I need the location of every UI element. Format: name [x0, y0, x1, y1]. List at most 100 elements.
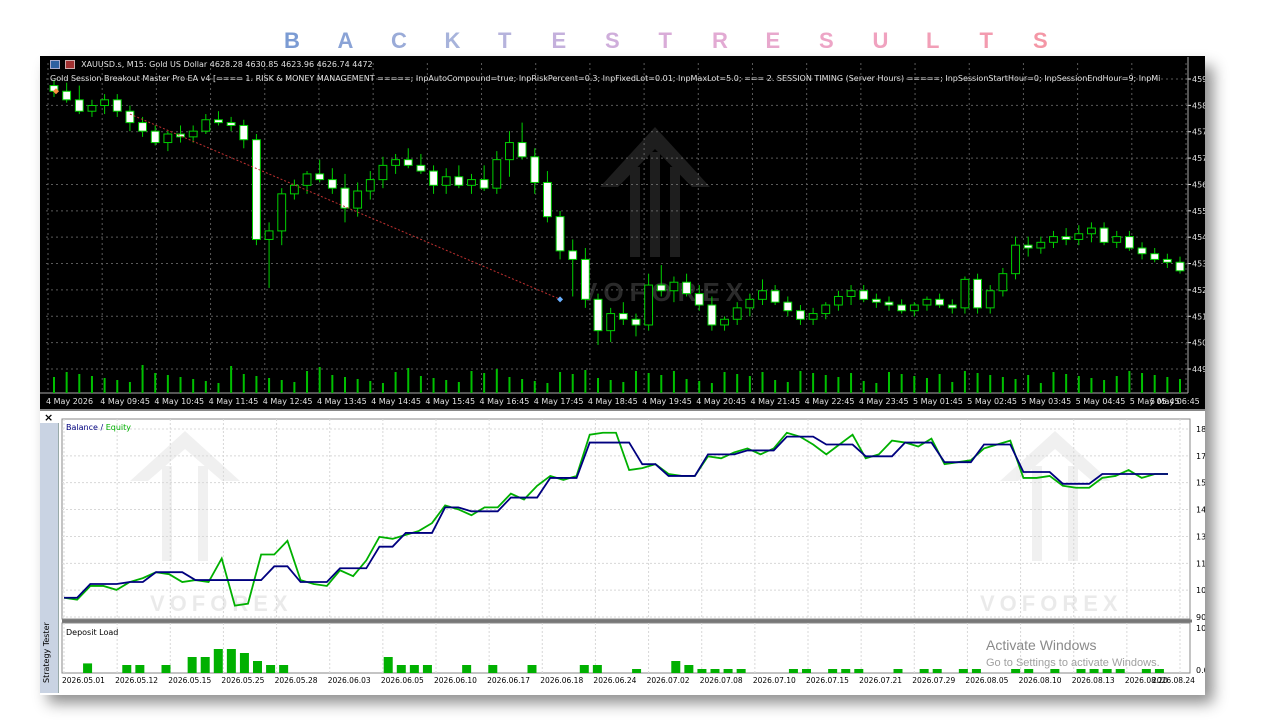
price-x-tick-label: 4 May 11:45	[209, 397, 259, 406]
deposit-load-bar	[187, 657, 197, 673]
price-x-tick-label: 5 May 02:45	[967, 397, 1017, 406]
candle-body	[682, 281, 692, 295]
price-x-tick-label: 4 May 23:45	[859, 397, 909, 406]
candle-body	[960, 278, 970, 309]
deposit-load-bar	[723, 669, 733, 673]
candle-body	[694, 293, 704, 306]
candle-body	[1061, 236, 1071, 240]
candle-body	[479, 179, 489, 189]
price-x-tick-label: 4 May 14:45	[371, 397, 421, 406]
deposit-load-bar	[1141, 669, 1151, 673]
price-x-tick-label: 4 May 16:45	[480, 397, 530, 406]
heading-letter: E	[765, 28, 781, 53]
candle-body	[454, 176, 464, 186]
deposit-load-bar	[1024, 669, 1034, 673]
candle-body	[897, 304, 907, 312]
deposit-load-bar	[422, 665, 432, 673]
heading-letter: S	[1033, 28, 1048, 53]
candle-body	[732, 307, 742, 320]
heading-letter: S	[605, 28, 620, 53]
candle-body	[441, 176, 451, 186]
balance-x-tick-label: 2026.07.10	[753, 676, 796, 685]
legend-balance: Balance	[66, 423, 98, 432]
candle-body	[492, 159, 502, 189]
balance-y-tick-label: 1586	[1196, 479, 1205, 488]
activate-windows-title: Activate Windows	[986, 637, 1097, 653]
candle-body	[378, 164, 388, 181]
deposit-load-bar	[932, 669, 942, 673]
candle-body	[783, 301, 793, 312]
price-x-tick-label: 4 May 22:45	[805, 397, 855, 406]
heading-letter: R	[712, 28, 728, 53]
price-x-tick-label: 4 May 18:45	[588, 397, 638, 406]
deposit-load-bar	[161, 665, 171, 673]
close-icon[interactable]: ×	[44, 411, 53, 424]
candle-body	[416, 164, 426, 172]
candle-body	[542, 181, 552, 218]
deposit-load-bar	[279, 665, 289, 673]
balance-x-tick-label: 2026.07.21	[859, 676, 902, 685]
candle-body	[1175, 261, 1185, 272]
price-x-tick-label: 4 May 12:45	[263, 397, 313, 406]
candle-body	[365, 179, 375, 192]
price-y-tick-label: 4533.55	[1192, 260, 1205, 269]
price-x-tick-label: 5 May 04:45	[1076, 397, 1126, 406]
deposit-load-bar	[213, 649, 223, 673]
candle-body	[707, 304, 717, 326]
deposit-load-bar	[1050, 669, 1060, 673]
candle-body	[74, 99, 84, 112]
candle-body	[62, 90, 72, 101]
candle-body	[821, 304, 831, 315]
legend-equity: Equity	[105, 423, 131, 432]
deposit-load-bar	[671, 661, 681, 673]
candle-body	[340, 187, 350, 209]
candle-body	[138, 122, 147, 132]
candle-body	[252, 139, 261, 240]
deposit-load-bar	[122, 665, 132, 673]
deposit-load-bar	[266, 665, 276, 673]
candle-body	[391, 159, 401, 166]
logo-pillar-right	[670, 167, 680, 257]
balance-x-tick-label: 2026.05.01	[62, 676, 105, 685]
price-chart-panel[interactable]: 4598.30 4589.05 4579.80 4570.55 4561.30 4552.…	[40, 57, 1205, 409]
price-x-tick-label: 4 May 17:45	[534, 397, 584, 406]
candle-body	[163, 133, 173, 144]
candle-body	[833, 295, 843, 306]
price-y-tick-label: 4570.55	[1192, 154, 1205, 163]
heading-letter: T	[979, 28, 993, 53]
price-x-tick-label: 4 May 10:45	[154, 397, 204, 406]
strategy-tester-side-tab[interactable]: Strategy Tester	[40, 423, 59, 693]
candle-body	[1099, 227, 1109, 243]
candle-body	[277, 193, 287, 232]
candle-body	[745, 298, 755, 309]
balance-y-tick-label: 1449	[1196, 506, 1205, 515]
price-x-tick-label: 5 May 03:45	[1021, 397, 1071, 406]
balance-y-tick-label: 1722	[1196, 452, 1205, 461]
heading-letter: K	[444, 28, 461, 53]
balance-watermark-text: VOFOREX	[150, 591, 293, 616]
deposit-load-bar	[971, 669, 981, 673]
price-y-tick-label: 4496.55	[1192, 365, 1205, 374]
candle-body	[517, 142, 527, 158]
deposit-load-bar	[854, 669, 864, 673]
candle-body	[1137, 247, 1147, 255]
balance-y-tick-label: 902	[1196, 613, 1205, 622]
candle-body	[188, 130, 198, 138]
deposit-load-bar	[841, 669, 851, 673]
page-heading: BACKTESTRESULTS	[0, 28, 1280, 58]
candle-body	[1162, 258, 1172, 263]
deposit-load-bar	[200, 657, 210, 673]
candle-body	[125, 110, 135, 124]
heading-letter: T	[658, 28, 672, 53]
balance-x-tick-label: 2026.07.29	[912, 676, 955, 685]
price-chart-svg: 4598.30 4589.05 4579.80 4570.55 4561.30 4552.…	[40, 57, 1205, 406]
logo-pillar-left	[1032, 466, 1042, 561]
deposit-load-bar	[710, 669, 720, 673]
candle-body	[429, 170, 438, 186]
price-x-tick-label: 4 May 21:45	[750, 397, 800, 406]
deposit-load-bar	[383, 657, 393, 673]
price-x-tick-label: 4 May 2026	[46, 397, 93, 406]
logo-pillar-center	[650, 152, 660, 257]
candle-body	[555, 216, 565, 252]
activate-windows-subtitle: Go to Settings to activate Windows.	[986, 657, 1160, 669]
